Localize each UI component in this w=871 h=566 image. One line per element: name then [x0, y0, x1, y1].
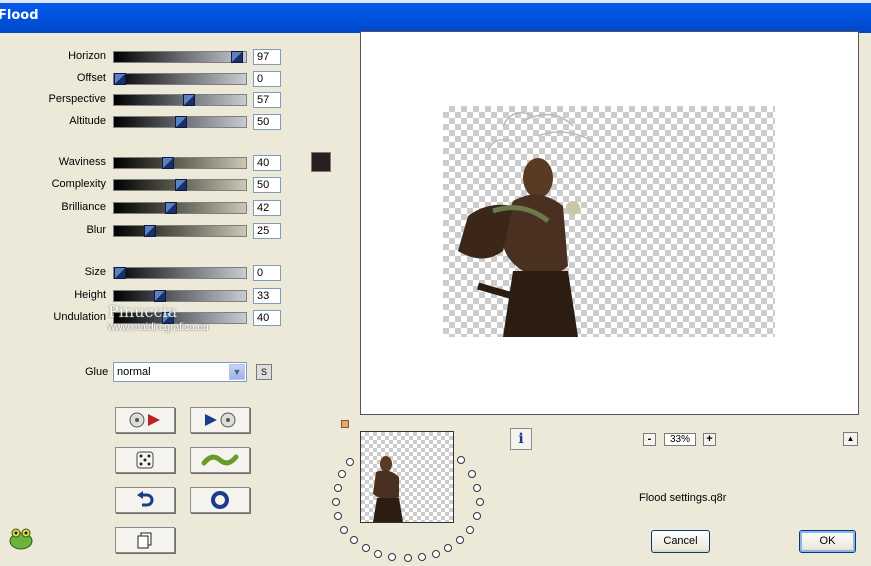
window-title: Flood [0, 8, 39, 23]
slider-thumb[interactable] [162, 157, 175, 169]
slider-label-brilliance: Brilliance [61, 201, 106, 213]
watermark-name: Pinuccia [108, 302, 178, 321]
frog-logo-icon[interactable] [7, 524, 35, 552]
settings-filename: Flood settings.q8r [639, 492, 727, 504]
caret-up-icon: ▲ [846, 434, 855, 443]
value-field-altitude[interactable]: 50 [253, 114, 281, 130]
slider-thumb[interactable] [231, 51, 244, 63]
slider-perspective[interactable] [113, 94, 247, 106]
ok-button[interactable]: OK [799, 530, 856, 553]
zoom-level: 33% [664, 433, 696, 446]
load-preset-button[interactable] [115, 407, 175, 433]
slider-label-waviness: Waviness [58, 156, 106, 168]
slider-label-perspective: Perspective [48, 93, 106, 105]
dice-icon [136, 451, 154, 469]
save-preset-button[interactable] [190, 407, 250, 433]
slider-label-blur: Blur [86, 224, 106, 236]
glue-select-value: normal [117, 366, 151, 378]
value-field-horizon[interactable]: 97 [253, 49, 281, 65]
navigator-marker[interactable] [341, 420, 349, 428]
slider-thumb[interactable] [153, 290, 166, 302]
value-field-brilliance[interactable]: 42 [253, 200, 281, 216]
copy-button[interactable] [115, 527, 175, 553]
slider-label-horizon: Horizon [68, 50, 106, 62]
randomize-button[interactable] [115, 447, 175, 473]
figure-image [458, 111, 594, 337]
slider-thumb[interactable] [144, 225, 157, 237]
value-field-size[interactable]: 0 [253, 265, 281, 281]
slider-thumb[interactable] [114, 73, 126, 85]
glue-select[interactable]: normal ▼ [113, 362, 247, 382]
slider-thumb[interactable] [174, 116, 187, 128]
copy-icon [137, 532, 152, 549]
slider-label-size: Size [84, 266, 106, 278]
slider-label-altitude: Altitude [69, 115, 106, 127]
disc-play-icon [129, 412, 160, 428]
slider-brilliance[interactable] [113, 202, 247, 214]
slider-blur[interactable] [113, 225, 247, 237]
value-field-blur[interactable]: 25 [253, 223, 281, 239]
undo-button[interactable] [115, 487, 175, 513]
slider-label-offset: Offset [76, 72, 106, 84]
reset-circle-icon [211, 491, 229, 509]
value-field-undulation[interactable]: 40 [253, 310, 281, 326]
color-swatch[interactable] [311, 152, 331, 172]
preview-canvas[interactable] [443, 106, 775, 337]
title-bar-top-edge [0, 0, 871, 3]
wave-icon [201, 454, 239, 466]
reset-button[interactable] [190, 487, 250, 513]
slider-label-undulation: Undulation [53, 311, 106, 323]
slider-complexity[interactable] [113, 179, 247, 191]
slider-height[interactable] [113, 290, 247, 302]
info-button[interactable]: i [510, 428, 532, 450]
slider-thumb[interactable] [114, 267, 126, 279]
slider-thumb[interactable] [174, 179, 187, 191]
value-field-complexity[interactable]: 50 [253, 177, 281, 193]
figure-thumbnail [373, 456, 403, 522]
value-field-height[interactable]: 33 [253, 288, 281, 304]
play-disc-icon [205, 412, 236, 428]
slider-thumb[interactable] [182, 94, 195, 106]
title-bar[interactable]: Flood [0, 0, 871, 33]
collapse-button[interactable]: ▲ [843, 432, 858, 446]
slider-size[interactable] [113, 267, 247, 279]
value-field-waviness[interactable]: 40 [253, 155, 281, 171]
undo-icon [137, 491, 154, 507]
cancel-button[interactable]: Cancel [651, 530, 710, 553]
value-field-offset[interactable]: 0 [253, 71, 281, 87]
slider-horizon[interactable] [113, 51, 247, 63]
slider-label-height: Height [74, 289, 106, 301]
info-icon: i [518, 431, 524, 447]
navigator-thumbnail[interactable] [360, 431, 454, 523]
slider-offset[interactable] [113, 73, 247, 85]
slider-thumb[interactable] [164, 202, 177, 214]
slider-label-complexity: Complexity [51, 178, 106, 190]
value-field-perspective[interactable]: 57 [253, 92, 281, 108]
wave-button[interactable] [190, 447, 250, 473]
watermark-url: www.maidiregrafica.eu [108, 322, 209, 333]
glue-label: Glue [85, 366, 109, 378]
slider-altitude[interactable] [113, 116, 247, 128]
slider-waviness[interactable] [113, 157, 247, 169]
glue-s-button[interactable]: S [256, 364, 272, 380]
zoom-in-button[interactable]: + [703, 433, 716, 446]
zoom-out-button[interactable]: - [643, 433, 656, 446]
chevron-down-icon[interactable]: ▼ [229, 364, 245, 380]
